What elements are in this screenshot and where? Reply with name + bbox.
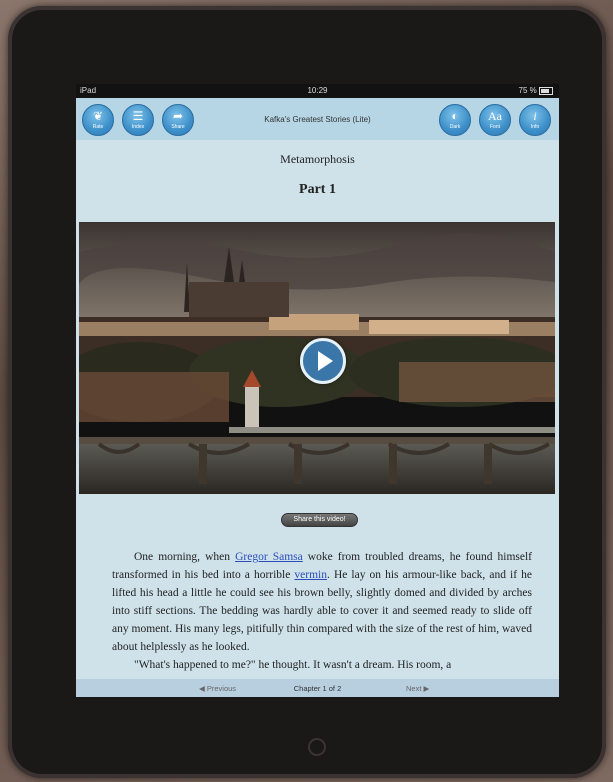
link-gregor-samsa[interactable]: Gregor Samsa: [235, 551, 303, 563]
chapter-indicator: Chapter 1 of 2: [293, 684, 342, 693]
play-button[interactable]: [300, 338, 346, 384]
paragraph-1: One morning, when Gregor Samsa woke from…: [112, 551, 532, 653]
app-screen: iPad 10:29 75 % ❦ Rate ☰ Index ➦ Share K…: [76, 84, 559, 697]
font-button[interactable]: Aa Font: [479, 104, 511, 136]
leaf-icon: ❦: [92, 109, 104, 123]
video-player[interactable]: [79, 222, 555, 494]
next-button[interactable]: Next ▶: [406, 684, 429, 693]
home-button[interactable]: [308, 738, 326, 756]
battery-percent: 75 %: [518, 86, 537, 95]
paragraph-2: "What's happened to me?" he thought. It …: [134, 659, 452, 671]
clock: 10:29: [307, 86, 328, 95]
index-button[interactable]: ☰ Index: [122, 104, 154, 136]
battery-indicator: 75 %: [519, 86, 553, 95]
bottom-navigation: ◀ Previous Chapter 1 of 2 Next ▶: [76, 679, 559, 697]
chapter-title: Metamorphosis: [280, 152, 355, 166]
contrast-icon: ◐: [451, 109, 459, 123]
battery-icon: [539, 86, 553, 95]
part-title: Part 1: [299, 182, 336, 197]
link-vermin[interactable]: vermin: [294, 569, 327, 581]
app-title: Kafka's Greatest Stories (Lite): [264, 115, 371, 124]
share-icon: ➦: [172, 109, 184, 123]
top-toolbar: ❦ Rate ☰ Index ➦ Share Kafka's Greatest …: [76, 98, 559, 140]
info-button[interactable]: i Info: [519, 104, 551, 136]
status-bar: iPad 10:29 75 %: [76, 84, 559, 98]
share-button[interactable]: ➦ Share: [162, 104, 194, 136]
share-video-button[interactable]: Share this video!: [281, 513, 358, 527]
dark-mode-button[interactable]: ◐ Dark: [439, 104, 471, 136]
info-icon: i: [533, 109, 537, 123]
story-text: One morning, when Gregor Samsa woke from…: [112, 548, 532, 682]
list-icon: ☰: [132, 109, 144, 123]
rate-button[interactable]: ❦ Rate: [82, 104, 114, 136]
font-icon: Aa: [488, 109, 502, 123]
